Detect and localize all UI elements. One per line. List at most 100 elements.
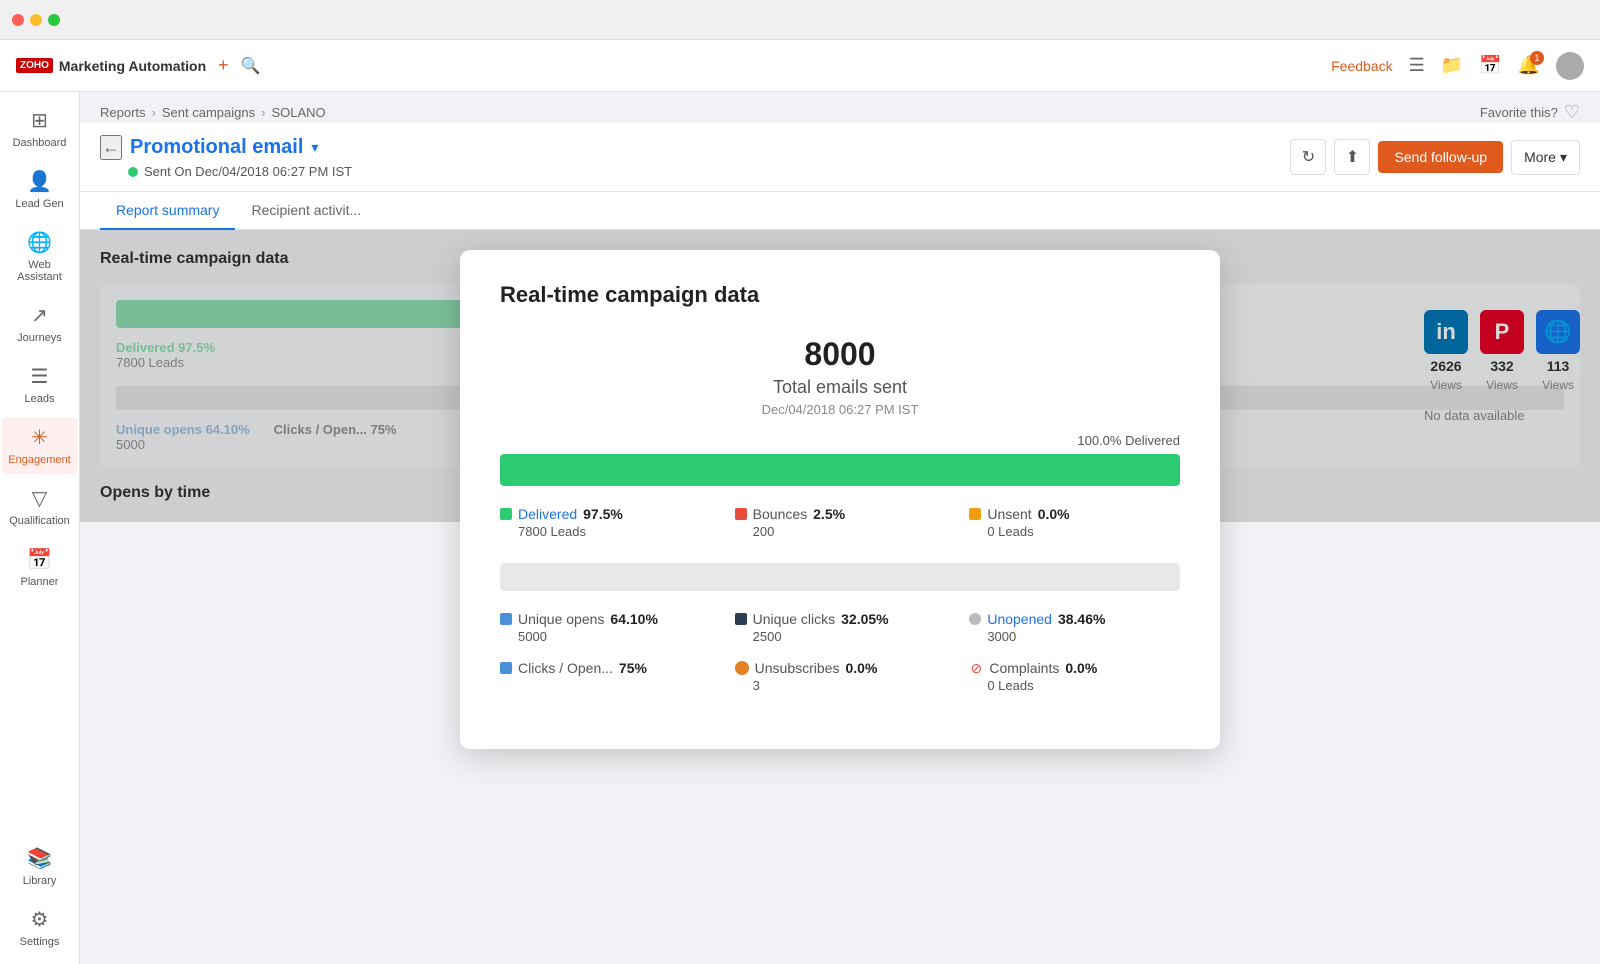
favorite-label: Favorite this? bbox=[1480, 105, 1558, 120]
journeys-icon: ↗ bbox=[31, 303, 48, 328]
unique-clicks-pct: 32.05% bbox=[841, 611, 888, 627]
breadcrumb-sent-campaigns[interactable]: Sent campaigns bbox=[162, 105, 255, 120]
nav-right: Feedback ☰ 📁 📅 🔔 1 bbox=[1331, 52, 1584, 80]
add-button[interactable]: + bbox=[218, 55, 229, 76]
unsubscribes-label: Unsubscribes bbox=[755, 660, 840, 676]
unique-opens-sub: 5000 bbox=[500, 629, 711, 644]
content-area: Reports › Sent campaigns › SOLANO Favori… bbox=[80, 92, 1600, 964]
unique-clicks-label: Unique clicks bbox=[753, 611, 835, 627]
stats-grid-1: Delivered 97.5% 7800 Leads Bounces 2.5% bbox=[500, 506, 1180, 539]
stat-unique-opens-header: Unique opens 64.10% bbox=[500, 611, 711, 627]
stat-unique-clicks-header: Unique clicks 32.05% bbox=[735, 611, 946, 627]
title-bar bbox=[0, 0, 1600, 40]
send-follow-up-button[interactable]: Send follow-up bbox=[1378, 141, 1503, 173]
sidebar-label-settings: Settings bbox=[20, 936, 60, 948]
breadcrumb: Reports › Sent campaigns › SOLANO bbox=[100, 105, 326, 120]
tabs-bar: Report summary Recipient activit... bbox=[80, 192, 1600, 230]
sidebar-label-engagement: Engagement bbox=[8, 454, 70, 466]
unsubscribes-pct: 0.0% bbox=[845, 660, 877, 676]
web-assistant-icon: 🌐 bbox=[27, 230, 52, 255]
sidebar-item-dashboard[interactable]: ⊞ Dashboard bbox=[2, 100, 78, 157]
campaign-actions: ↻ ⬆ Send follow-up More ▾ bbox=[1290, 139, 1580, 175]
modal-delivered-label: 100.0% Delivered bbox=[500, 433, 1180, 448]
stat-delivered-header: Delivered 97.5% bbox=[500, 506, 711, 522]
campaign-title: Promotional email bbox=[130, 136, 303, 159]
modal-progress-fill-1 bbox=[500, 454, 1180, 486]
unsent-pct: 0.0% bbox=[1038, 506, 1070, 522]
traffic-lights bbox=[12, 14, 60, 26]
sidebar-item-lead-gen[interactable]: 👤 Lead Gen bbox=[2, 161, 78, 218]
complaints-label: Complaints bbox=[989, 660, 1059, 676]
sidebar-item-settings[interactable]: ⚙ Settings bbox=[2, 899, 78, 956]
stat-delivered: Delivered 97.5% 7800 Leads bbox=[500, 506, 711, 539]
campaign-title-section: ← Promotional email ▾ Sent On Dec/04/201… bbox=[100, 135, 352, 179]
close-button[interactable] bbox=[12, 14, 24, 26]
calendar-icon[interactable]: 📅 bbox=[1479, 55, 1501, 76]
folder-icon[interactable]: 📁 bbox=[1441, 55, 1463, 76]
search-icon[interactable]: 🔍 bbox=[241, 56, 261, 76]
minimize-button[interactable] bbox=[30, 14, 42, 26]
breadcrumb-reports[interactable]: Reports bbox=[100, 105, 146, 120]
stat-complaints: ⊘ Complaints 0.0% 0 Leads bbox=[969, 660, 1180, 693]
modal-overlay[interactable]: Real-time campaign data 8000 Total email… bbox=[80, 230, 1600, 522]
unopened-label[interactable]: Unopened bbox=[987, 611, 1052, 627]
delivered-label[interactable]: Delivered bbox=[518, 506, 577, 522]
more-button[interactable]: More ▾ bbox=[1511, 140, 1580, 175]
sidebar-label-library: Library bbox=[23, 875, 57, 887]
clicks-open-pct: 75% bbox=[619, 660, 647, 676]
unsubscribes-color-dot: ⊖ bbox=[735, 661, 749, 675]
stat-clicks-open-header: Clicks / Open... 75% bbox=[500, 660, 711, 676]
favorite-heart-icon[interactable]: ♡ bbox=[1564, 102, 1580, 123]
stat-clicks-open: Clicks / Open... 75% bbox=[500, 660, 711, 693]
unique-opens-color-dot bbox=[500, 613, 512, 625]
lead-gen-icon: 👤 bbox=[27, 169, 52, 194]
tab-recipient-activity[interactable]: Recipient activit... bbox=[235, 192, 377, 230]
maximize-button[interactable] bbox=[48, 14, 60, 26]
share-button[interactable]: ⬆ bbox=[1334, 139, 1370, 175]
unique-opens-label: Unique opens bbox=[518, 611, 604, 627]
unique-clicks-sub: 2500 bbox=[735, 629, 946, 644]
sidebar-item-planner[interactable]: 📅 Planner bbox=[2, 539, 78, 596]
sidebar-label-lead-gen: Lead Gen bbox=[15, 198, 63, 210]
unopened-sub: 3000 bbox=[969, 629, 1180, 644]
sidebar-label-dashboard: Dashboard bbox=[13, 137, 67, 149]
sidebar-item-engagement[interactable]: ✳ Engagement bbox=[2, 417, 78, 474]
complaints-sub: 0 Leads bbox=[969, 678, 1180, 693]
refresh-button[interactable]: ↻ bbox=[1290, 139, 1326, 175]
list-icon[interactable]: ☰ bbox=[1409, 55, 1425, 76]
unique-clicks-color-dot bbox=[735, 613, 747, 625]
sidebar-item-library[interactable]: 📚 Library bbox=[2, 838, 78, 895]
more-chevron-icon: ▾ bbox=[1560, 149, 1567, 166]
stat-unsent-header: Unsent 0.0% bbox=[969, 506, 1180, 522]
qualification-icon: ▽ bbox=[32, 486, 47, 511]
bell-icon[interactable]: 🔔 1 bbox=[1518, 55, 1540, 76]
stat-unique-clicks: Unique clicks 32.05% 2500 bbox=[735, 611, 946, 644]
unopened-color-dot bbox=[969, 613, 981, 625]
content-header: Reports › Sent campaigns › SOLANO Favori… bbox=[80, 92, 1600, 123]
tab-report-summary[interactable]: Report summary bbox=[100, 192, 235, 230]
campaign-dropdown-icon[interactable]: ▾ bbox=[311, 139, 318, 156]
modal-progress-bar-2 bbox=[500, 563, 1180, 591]
stat-complaints-header: ⊘ Complaints 0.0% bbox=[969, 660, 1180, 676]
feedback-link[interactable]: Feedback bbox=[1331, 58, 1392, 74]
top-nav: ZOHO Marketing Automation + 🔍 Feedback ☰… bbox=[0, 40, 1600, 92]
library-icon: 📚 bbox=[27, 846, 52, 871]
sidebar-item-journeys[interactable]: ↗ Journeys bbox=[2, 295, 78, 352]
stat-unopened: Unopened 38.46% 3000 bbox=[969, 611, 1180, 644]
back-button[interactable]: ← bbox=[100, 135, 122, 160]
unsubscribes-sub: 3 bbox=[735, 678, 946, 693]
bell-badge: 1 bbox=[1530, 51, 1544, 65]
unique-opens-pct: 64.10% bbox=[610, 611, 657, 627]
delivered-sub: 7800 Leads bbox=[500, 524, 711, 539]
sidebar-label-journeys: Journeys bbox=[17, 332, 62, 344]
modal-total-label: Total emails sent bbox=[500, 377, 1180, 398]
breadcrumb-solano[interactable]: SOLANO bbox=[271, 105, 325, 120]
sidebar-item-qualification[interactable]: ▽ Qualification bbox=[2, 478, 78, 535]
sidebar-item-web-assistant[interactable]: 🌐 Web Assistant bbox=[2, 222, 78, 291]
sidebar-item-leads[interactable]: ☰ Leads bbox=[2, 356, 78, 413]
status-dot bbox=[128, 167, 138, 177]
modal-total-date: Dec/04/2018 06:27 PM IST bbox=[500, 402, 1180, 417]
zoho-logo: ZOHO bbox=[16, 58, 53, 73]
stat-unique-opens: Unique opens 64.10% 5000 bbox=[500, 611, 711, 644]
user-avatar[interactable] bbox=[1556, 52, 1584, 80]
